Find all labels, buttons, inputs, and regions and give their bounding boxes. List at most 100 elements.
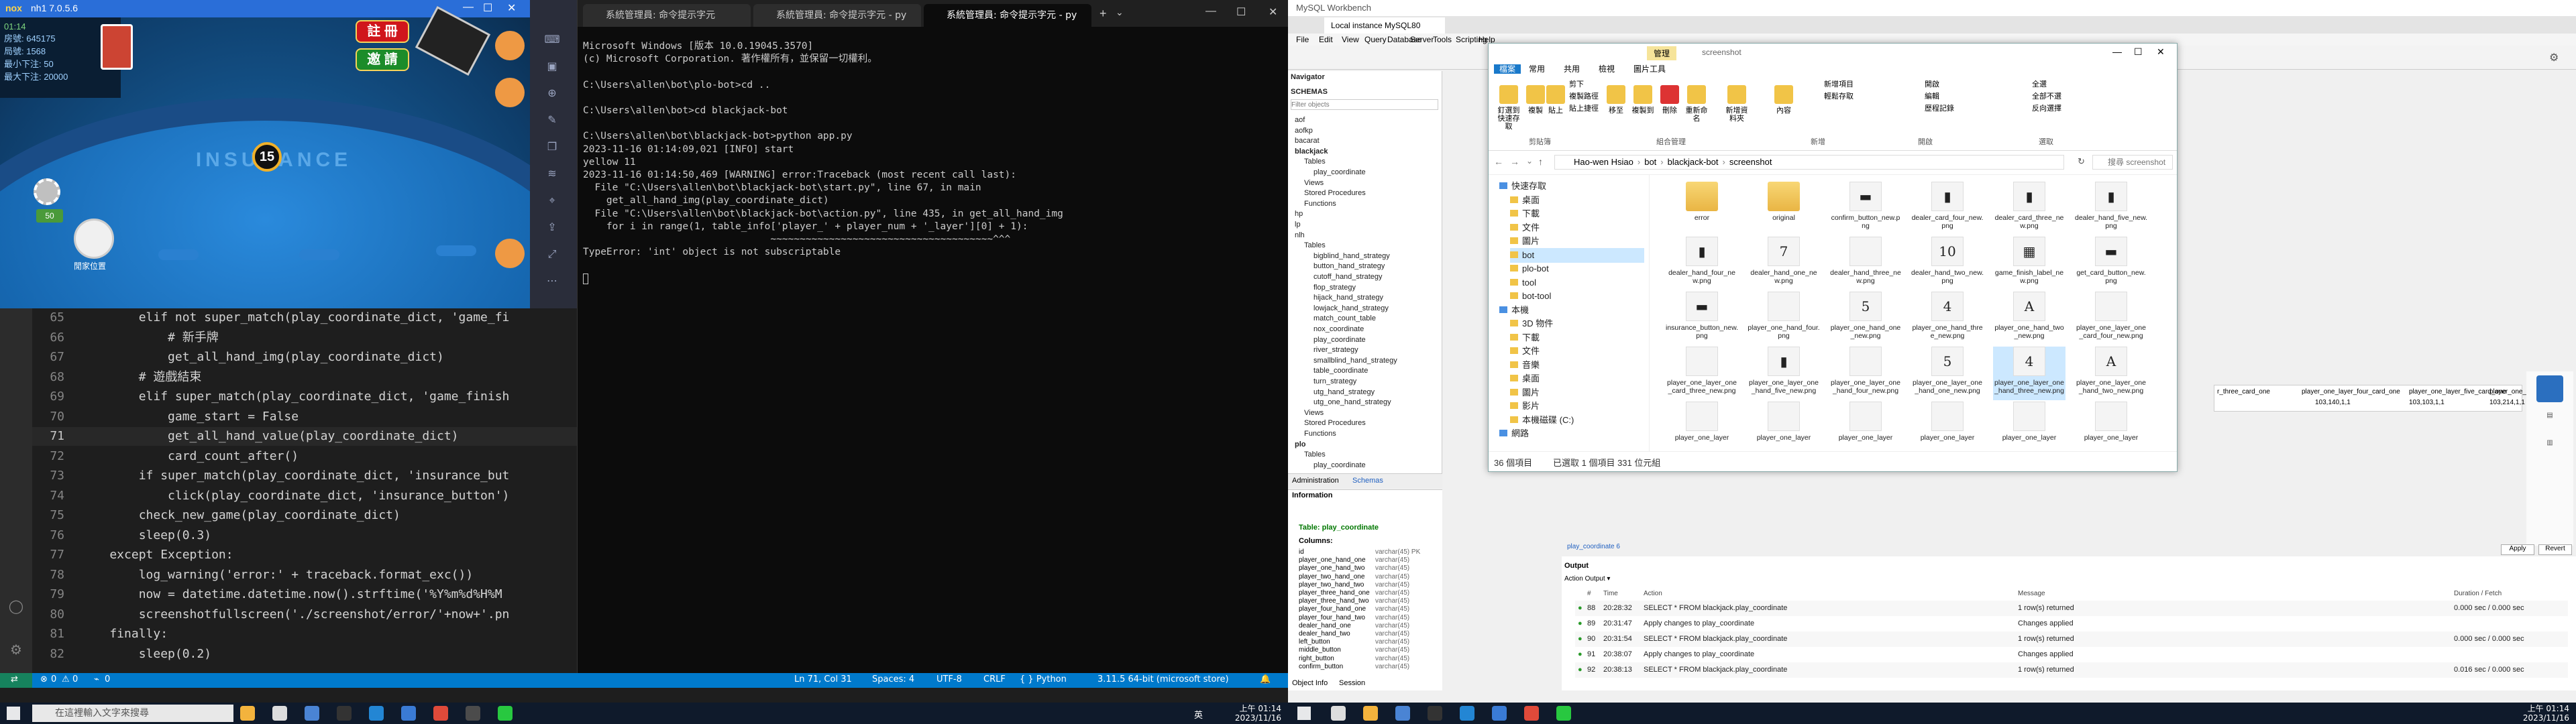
- schema-tree-item[interactable]: river_strategy: [1313, 345, 1358, 355]
- schema-tree-item[interactable]: Tables: [1304, 157, 1326, 166]
- history-round-icon[interactable]: [495, 78, 525, 107]
- nav-item[interactable]: 快速存取: [1499, 179, 1546, 194]
- settings-gear-icon[interactable]: ⚙: [7, 640, 25, 659]
- menu-item-query[interactable]: Query: [1364, 35, 1387, 44]
- file-item[interactable]: ▮ dealer_card_three_new.png: [1993, 182, 2065, 235]
- close-icon[interactable]: ✕: [1269, 5, 1277, 19]
- schema-tree-item[interactable]: Functions: [1304, 429, 1336, 438]
- code-text[interactable]: game_start = False: [80, 410, 299, 424]
- encoding[interactable]: UTF-8: [936, 674, 962, 684]
- line-taskbar-icon[interactable]: [1556, 706, 1571, 721]
- nav-item[interactable]: 音樂: [1510, 358, 1540, 373]
- minimize-icon[interactable]: —: [463, 1, 474, 13]
- result-grid[interactable]: r_three_card_one player_one_layer_four_c…: [2214, 385, 2526, 412]
- cursor-position[interactable]: Ln 71, Col 31: [794, 674, 852, 684]
- manage-tab[interactable]: 管理: [1647, 46, 1677, 60]
- maximize-icon[interactable]: ☐: [1236, 5, 1246, 19]
- search-input[interactable]: [2092, 155, 2173, 170]
- apk-icon[interactable]: ⊕: [542, 83, 562, 103]
- schema-tree-item[interactable]: aof: [1295, 115, 1305, 125]
- code-text[interactable]: log_warning('error:' + traceback.format_…: [80, 568, 474, 582]
- code-text[interactable]: sleep(0.3): [80, 528, 211, 542]
- store-icon[interactable]: [1395, 706, 1410, 721]
- multi-instance-icon[interactable]: ❐: [542, 137, 562, 157]
- menu-item-edit[interactable]: Edit: [1319, 35, 1333, 44]
- ribbon-button[interactable]: 新增資料夾: [1723, 85, 1750, 132]
- chrome-taskbar-icon[interactable]: [1524, 706, 1539, 721]
- session-tab[interactable]: Session: [1339, 679, 1365, 687]
- nav-item[interactable]: 本機磁碟 (C:): [1510, 413, 1574, 428]
- fullscreen-icon[interactable]: ⤢: [542, 244, 562, 264]
- schema-tree-item[interactable]: play_coordinate: [1313, 335, 1366, 345]
- terminal-output[interactable]: Microsoft Windows [版本 10.0.19045.3570] (c…: [583, 40, 1281, 644]
- nav-item[interactable]: 桌面: [1510, 193, 1540, 208]
- ribbon-button[interactable]: 釘選到快速存取: [1495, 85, 1522, 132]
- code-text[interactable]: get_all_hand_value(play_coordinate_dict): [80, 429, 459, 443]
- file-item[interactable]: ▬ insurance_button_new.png: [1666, 292, 1738, 345]
- settings-gear-icon[interactable]: ⚙: [2549, 51, 2559, 64]
- file-item[interactable]: 4 player_one_layer_one_hand_three_new.png: [1993, 347, 2065, 400]
- remote-indicator[interactable]: ⇄: [0, 673, 32, 688]
- breadcrumb-item[interactable]: bot: [1644, 157, 1656, 167]
- location-icon[interactable]: ⌖: [542, 190, 562, 210]
- code-text[interactable]: if super_match(play_coordinate_dict, 'in…: [80, 469, 510, 483]
- nav-item[interactable]: 桌面: [1510, 371, 1540, 386]
- schema-tree-item[interactable]: nox_coordinate: [1313, 324, 1364, 334]
- schema-tree-item[interactable]: utg_hand_strategy: [1313, 387, 1375, 397]
- warnings-count[interactable]: 0: [72, 674, 78, 684]
- file-item[interactable]: player_one_layer_one_card_three_new.png: [1666, 347, 1738, 400]
- filter-objects-input[interactable]: [1291, 99, 1438, 110]
- code-text[interactable]: sleep(0.2): [80, 647, 211, 661]
- register-button[interactable]: 註 冊: [356, 20, 409, 43]
- nav-item[interactable]: 影片: [1510, 399, 1540, 414]
- schemas-tab[interactable]: Schemas: [1352, 477, 1383, 485]
- close-icon[interactable]: ✕: [2157, 46, 2165, 58]
- minimize-icon[interactable]: —: [2112, 46, 2122, 57]
- ime-indicator[interactable]: 英: [1194, 708, 1203, 721]
- file-item[interactable]: player_one_layer: [1666, 402, 1738, 450]
- file-item[interactable]: player_one_layer_one_hand_four_new.png: [1829, 347, 1902, 400]
- invite-button[interactable]: 邀 請: [356, 48, 409, 71]
- search-icon[interactable]: [1331, 706, 1346, 721]
- nav-item[interactable]: 本機: [1499, 303, 1529, 318]
- code-text[interactable]: elif not super_match(play_coordinate_dic…: [80, 310, 510, 324]
- shake-icon[interactable]: ≋: [542, 164, 562, 184]
- seat-marker-2[interactable]: [299, 249, 339, 260]
- folder-item[interactable]: original: [1748, 182, 1820, 235]
- language-mode[interactable]: { } Python: [1020, 674, 1067, 684]
- ports-count[interactable]: 0: [105, 674, 110, 684]
- ribbon-tab[interactable]: 檢視: [1599, 64, 1615, 74]
- nav-item[interactable]: tool: [1510, 276, 1536, 290]
- ribbon-button[interactable]: 貼上: [1542, 85, 1569, 132]
- start-menu-icon[interactable]: [7, 707, 20, 720]
- apply-button[interactable]: Apply: [2501, 544, 2534, 555]
- share-icon[interactable]: ⇪: [542, 217, 562, 237]
- forward-arrow-icon[interactable]: →: [1510, 156, 1519, 167]
- schema-tree-item[interactable]: play_coordinate: [1313, 461, 1366, 470]
- app-taskbar-icon[interactable]: [466, 706, 480, 721]
- file-item[interactable]: Aplayer_one_hand_two_new.png: [1993, 292, 2065, 345]
- schema-tree-item[interactable]: Functions: [1304, 199, 1336, 208]
- line-taskbar-icon[interactable]: [498, 706, 513, 721]
- screenshot-icon[interactable]: ▣: [542, 56, 562, 76]
- taskbar-clock[interactable]: 上午 01:14 2023/11/16: [1214, 704, 1281, 723]
- nav-item[interactable]: bot-tool: [1510, 289, 1551, 304]
- file-item[interactable]: ▬ confirm_button_new.png: [1829, 182, 1902, 235]
- store-icon[interactable]: [305, 706, 319, 721]
- refresh-icon[interactable]: ↻: [2078, 156, 2085, 167]
- terminal-tab-1[interactable]: 系統管理員: 命令提示字元: [583, 4, 751, 27]
- account-icon[interactable]: ◯: [7, 597, 25, 615]
- schema-tree-item[interactable]: smallblind_hand_strategy: [1313, 356, 1397, 365]
- ribbon-button[interactable]: 複製到: [1629, 85, 1656, 132]
- output-row[interactable]: ● 91 20:38:07 Apply changes to play_coordin…: [1575, 647, 2568, 662]
- code-text[interactable]: elif super_match(play_coordinate_dict, '…: [80, 389, 510, 404]
- schema-tree-item[interactable]: Tables: [1304, 450, 1326, 459]
- keyboard-icon[interactable]: ⌨: [542, 29, 562, 50]
- code-editor[interactable]: 65 elif not super_match(play_coordinate_…: [32, 308, 577, 670]
- back-arrow-icon[interactable]: ←: [1494, 156, 1503, 167]
- terminal-tab-2[interactable]: 系統管理員: 命令提示字元 - py: [753, 4, 921, 27]
- nav-item[interactable]: 3D 物件: [1510, 316, 1553, 331]
- chip-stack-icon[interactable]: [34, 178, 60, 205]
- schema-tree-item[interactable]: Tables: [1304, 241, 1326, 250]
- ribbon-button[interactable]: 重新命名: [1683, 85, 1710, 132]
